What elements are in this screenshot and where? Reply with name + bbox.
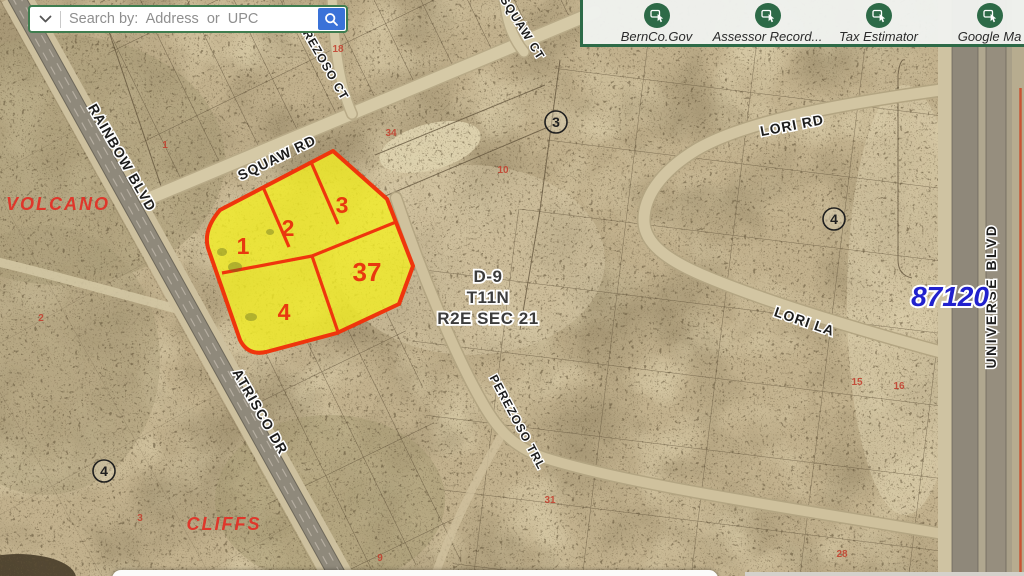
parcel-number-label: 4 (278, 299, 291, 325)
parcel-number-label: 1 (237, 233, 250, 259)
parcel-number-label: 3 (336, 192, 349, 218)
svg-text:28: 28 (836, 549, 848, 560)
search-input[interactable] (61, 11, 318, 27)
svg-text:1: 1 (162, 140, 168, 151)
toolbar-item-label: Tax Estimator (839, 29, 918, 44)
svg-text:4: 4 (100, 463, 108, 479)
svg-text:15: 15 (851, 377, 863, 388)
svg-text:34: 34 (385, 128, 397, 139)
section-township: T11N (467, 288, 510, 307)
toolbar-item-label: Google Ma (958, 29, 1022, 44)
svg-text:10: 10 (497, 165, 509, 176)
svg-text:31: 31 (544, 495, 556, 506)
toolbar-item-label: BernCo.Gov (621, 29, 693, 44)
chevron-down-icon (39, 15, 52, 23)
bottom-panel-edge-secondary (745, 572, 1024, 576)
assessor-map-app: 1 2 3 37 4 RAINBOW BLVD SQUAW RD EREZOSO… (0, 0, 1024, 576)
toolbar-item-tax-estimator[interactable]: Tax Estimator (823, 0, 934, 44)
svg-text:3: 3 (137, 513, 143, 524)
zip-code-label: 87120 (911, 281, 989, 312)
links-toolbar: BernCo.Gov Assessor Record... Tax Estima… (580, 0, 1024, 47)
svg-text:9: 9 (377, 553, 383, 564)
svg-text:2: 2 (38, 313, 44, 324)
toolbar-item-label: Assessor Record... (713, 29, 823, 44)
section-range: R2E SEC 21 (437, 309, 538, 328)
search-icon (324, 12, 339, 27)
svg-text:18: 18 (332, 44, 344, 55)
svg-text:3: 3 (552, 114, 560, 130)
parcel-number-label: 37 (353, 257, 382, 287)
circled-marker: 3 (545, 111, 567, 133)
search-bar (28, 5, 348, 33)
click-hand-icon (866, 3, 892, 28)
parcel-number-label: 2 (282, 215, 295, 241)
bottom-panel-edge (112, 570, 718, 576)
area-label-volcano: VOLCANO (6, 194, 110, 214)
circled-marker: 4 (93, 460, 115, 482)
svg-text:16: 16 (893, 381, 905, 392)
circled-marker: 4 (823, 208, 845, 230)
toolbar-item-bernco-gov[interactable]: BernCo.Gov (601, 0, 712, 44)
section-district: D-9 (474, 267, 503, 286)
click-hand-icon (977, 3, 1003, 28)
click-hand-icon (755, 3, 781, 28)
toolbar-item-assessor-record[interactable]: Assessor Record... (712, 0, 823, 44)
search-type-dropdown[interactable] (30, 7, 60, 31)
svg-text:4: 4 (830, 211, 838, 227)
parcel-map-canvas[interactable]: 1 2 3 37 4 RAINBOW BLVD SQUAW RD EREZOSO… (0, 0, 1024, 576)
area-label-cliffs: CLIFFS (187, 514, 262, 534)
search-button[interactable] (318, 8, 345, 30)
click-hand-icon (644, 3, 670, 28)
toolbar-item-google-maps[interactable]: Google Ma (934, 0, 1024, 44)
